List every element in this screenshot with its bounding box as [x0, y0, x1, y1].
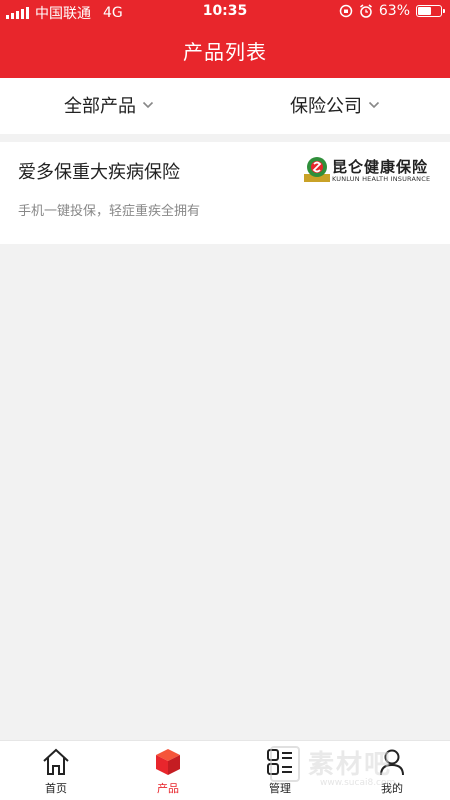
company-name-cn: 昆仑健康保险 [332, 158, 429, 176]
tab-label: 首页 [45, 782, 67, 795]
tab-manage[interactable]: 管理 [250, 747, 310, 796]
company-logo: 昆仑健康保险 KUNLUN HEALTH INSURANCE [304, 156, 434, 184]
status-bar: 中国联通 4G 10:35 63% [0, 0, 450, 24]
header: 中国联通 4G 10:35 63% 产品列表 [0, 0, 450, 78]
cube-icon [156, 749, 180, 775]
filter-all-products[interactable]: 全部产品 [64, 92, 154, 118]
filter-insurance-company[interactable]: 保险公司 [290, 92, 380, 118]
chevron-down-icon [142, 101, 154, 109]
tab-home[interactable]: 首页 [26, 747, 86, 796]
grid-icon [267, 749, 292, 775]
tab-label: 我的 [381, 782, 403, 795]
kunlun-logo-icon [304, 157, 330, 182]
user-icon [380, 749, 404, 776]
chevron-down-icon [368, 101, 380, 109]
tab-bar: 首页 产品 管理 我的 [0, 740, 450, 800]
tab-label: 管理 [269, 782, 291, 795]
alarm-icon [359, 4, 372, 18]
tab-label: 产品 [157, 782, 179, 795]
battery-icon [416, 5, 445, 17]
rotation-lock-icon [339, 4, 353, 18]
product-name: 爱多保重大疾病保险 [18, 162, 180, 183]
page-title: 产品列表 [183, 40, 267, 64]
product-description: 手机一键投保，轻症重疾全拥有 [18, 204, 201, 219]
home-icon [43, 748, 69, 775]
tab-products[interactable]: 产品 [138, 747, 198, 796]
company-name-en: KUNLUN HEALTH INSURANCE [332, 175, 431, 183]
filter-bar: 全部产品 保险公司 [0, 78, 450, 134]
filter-label: 保险公司 [290, 96, 362, 117]
tab-mine[interactable]: 我的 [362, 747, 422, 796]
filter-label: 全部产品 [64, 96, 136, 117]
product-card[interactable]: 爱多保重大疾病保险 手机一键投保，轻症重疾全拥有 昆仑健康保险 KUNLUN H… [0, 142, 450, 244]
battery-percent: 63% [378, 3, 410, 19]
